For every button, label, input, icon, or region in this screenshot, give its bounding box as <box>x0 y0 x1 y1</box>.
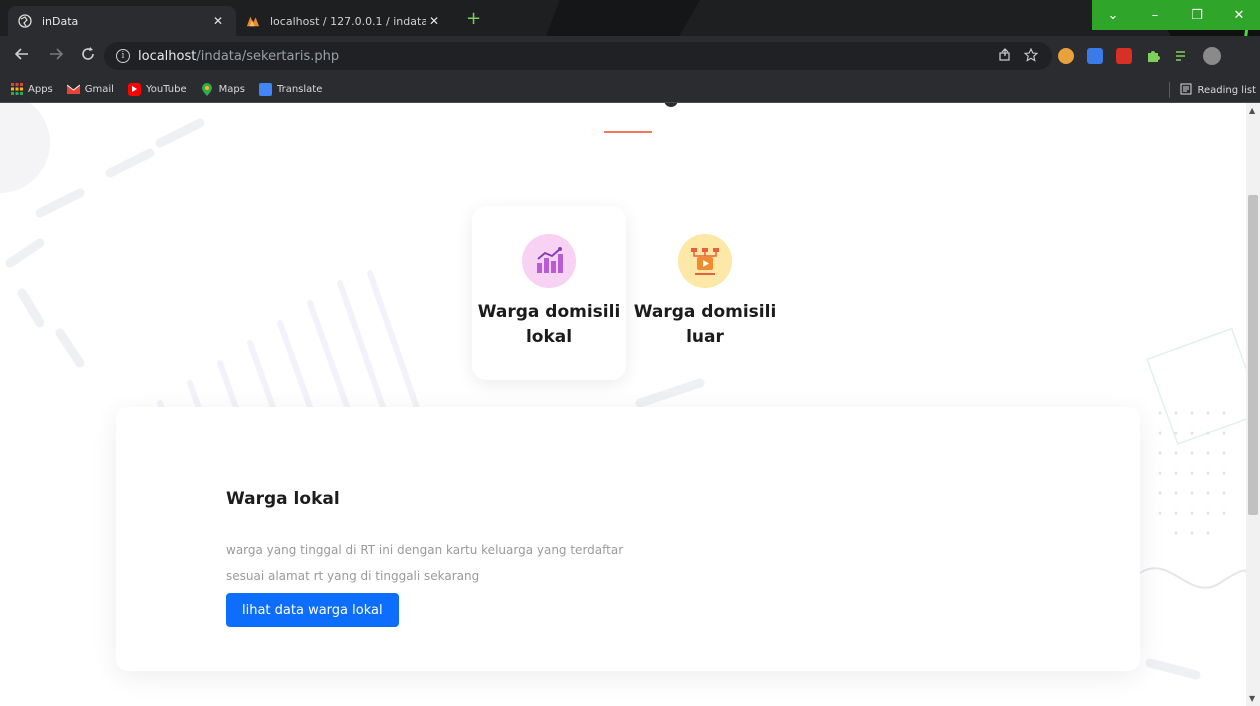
bookmark-youtube[interactable]: YouTube <box>127 82 187 96</box>
window-controls: ⌄ – ❐ ✕ <box>1092 0 1260 30</box>
extension-face-icon[interactable] <box>1058 48 1074 64</box>
scroll-up-arrow-icon[interactable]: ▲ <box>1249 106 1255 115</box>
url-text: localhost/indata/sekertaris.php <box>138 48 340 64</box>
new-tab-button[interactable]: + <box>466 10 481 28</box>
reload-icon[interactable] <box>80 46 96 66</box>
address-bar[interactable]: i localhost/indata/sekertaris.php <box>104 42 1052 70</box>
feature-label: Warga domisili luar <box>633 302 777 347</box>
reading-list-button[interactable]: Reading list <box>1168 82 1256 98</box>
bookmark-maps[interactable]: Maps <box>201 82 245 96</box>
share-icon[interactable] <box>998 48 1012 66</box>
puzzle-icon[interactable] <box>1145 48 1161 64</box>
profile-avatar-icon[interactable] <box>1203 47 1221 65</box>
site-info-icon[interactable]: i <box>116 49 130 63</box>
feature-card-warga-lokal[interactable]: Warga domisili lokal <box>472 206 626 380</box>
maps-pin-icon <box>201 82 214 96</box>
translate-extension-icon[interactable] <box>1087 48 1103 64</box>
tab-title: localhost / 127.0.0.1 / indata | ph <box>270 14 426 28</box>
feature-label: Warga domisili lokal <box>477 302 621 347</box>
page-scrollbar[interactable]: ▲ ▼ <box>1246 103 1260 706</box>
bookmark-gmail[interactable]: Gmail <box>66 83 114 96</box>
scroll-thumb[interactable] <box>1248 195 1258 515</box>
bookmark-star-icon[interactable] <box>1023 47 1039 66</box>
tab-close-icon[interactable]: ✕ <box>210 14 226 28</box>
phpmyadmin-icon <box>246 14 260 28</box>
tab-indata[interactable]: inData ✕ <box>8 6 236 36</box>
tab-search-button[interactable]: ⌄ <box>1092 0 1134 30</box>
view-local-residents-button[interactable]: lihat data warga lokal <box>226 593 399 627</box>
chart-icon <box>522 234 576 288</box>
reading-list-icon <box>1180 83 1192 98</box>
bookmark-translate[interactable]: Translate <box>258 82 322 96</box>
media-queue-icon[interactable] <box>1174 48 1190 64</box>
info-card: Warga lokal warga yang tinggal di RT ini… <box>116 407 1140 671</box>
title-underline <box>604 131 652 133</box>
page-content: Warga domisili lokal Warga domisili luar… <box>0 103 1246 706</box>
scroll-down-arrow-icon[interactable]: ▼ <box>1249 694 1255 703</box>
translate-icon <box>258 82 272 96</box>
extensions-bar <box>1058 47 1221 65</box>
close-window-button[interactable]: ✕ <box>1218 0 1260 30</box>
tab-close-icon[interactable]: ✕ <box>426 14 442 28</box>
video-network-icon <box>678 234 732 288</box>
card-description: warga yang tinggal di RT ini dengan kart… <box>226 543 624 583</box>
minimize-button[interactable]: – <box>1134 0 1176 30</box>
bookmark-apps[interactable]: Apps <box>10 83 53 96</box>
browser-chrome: inData ✕ localhost / 127.0.0.1 / indata … <box>0 0 1260 103</box>
feature-card-warga-luar[interactable]: Warga domisili luar <box>628 206 782 380</box>
tab-title: inData <box>42 14 79 28</box>
globe-icon <box>18 14 32 28</box>
bookmarks-bar: Apps Gmail YouTube Maps Translate <box>0 76 1260 103</box>
browser-toolbar: i localhost/indata/sekertaris.php <box>0 36 1260 76</box>
apps-grid-icon <box>10 83 23 96</box>
tab-strip: inData ✕ localhost / 127.0.0.1 / indata … <box>0 0 1260 36</box>
pdf-extension-icon[interactable] <box>1116 48 1132 64</box>
card-title: Warga lokal <box>226 489 340 509</box>
forward-arrow-icon[interactable] <box>48 46 64 66</box>
youtube-icon <box>127 82 141 96</box>
back-arrow-icon[interactable] <box>14 46 30 66</box>
restore-button[interactable]: ❐ <box>1176 0 1218 30</box>
tab-phpmyadmin[interactable]: localhost / 127.0.0.1 / indata | ph ✕ <box>236 6 452 36</box>
gmail-icon <box>66 83 80 96</box>
